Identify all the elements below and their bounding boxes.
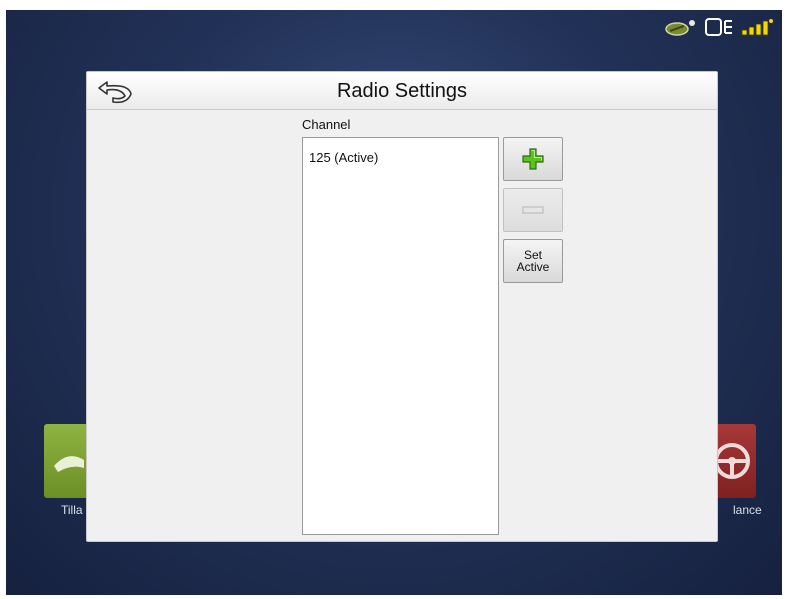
channel-list-item[interactable]: 125 (Active) (303, 138, 498, 165)
guidance-tile-label: lance (733, 503, 762, 517)
app-screen: Tilla lance Radio Settings Channel 125 (… (6, 10, 782, 595)
plus-icon (522, 148, 544, 170)
dialog-header: Radio Settings (87, 72, 717, 110)
dialog-title: Radio Settings (336, 80, 468, 102)
set-active-button[interactable]: Set Active (503, 239, 563, 283)
gps-signal-icon[interactable] (740, 16, 774, 38)
minus-icon (522, 206, 544, 214)
tillage-tile-label: Tilla (61, 503, 83, 517)
add-channel-button[interactable] (503, 137, 563, 181)
channel-label: Channel (302, 117, 351, 132)
remove-channel-button[interactable] (503, 188, 563, 232)
radio-settings-dialog: Radio Settings Channel 125 (Active) Set … (86, 71, 718, 542)
status-bar (664, 12, 774, 42)
field-signal-icon[interactable] (664, 16, 698, 38)
channel-list[interactable]: 125 (Active) (302, 137, 499, 535)
display-module-icon[interactable] (704, 16, 734, 38)
